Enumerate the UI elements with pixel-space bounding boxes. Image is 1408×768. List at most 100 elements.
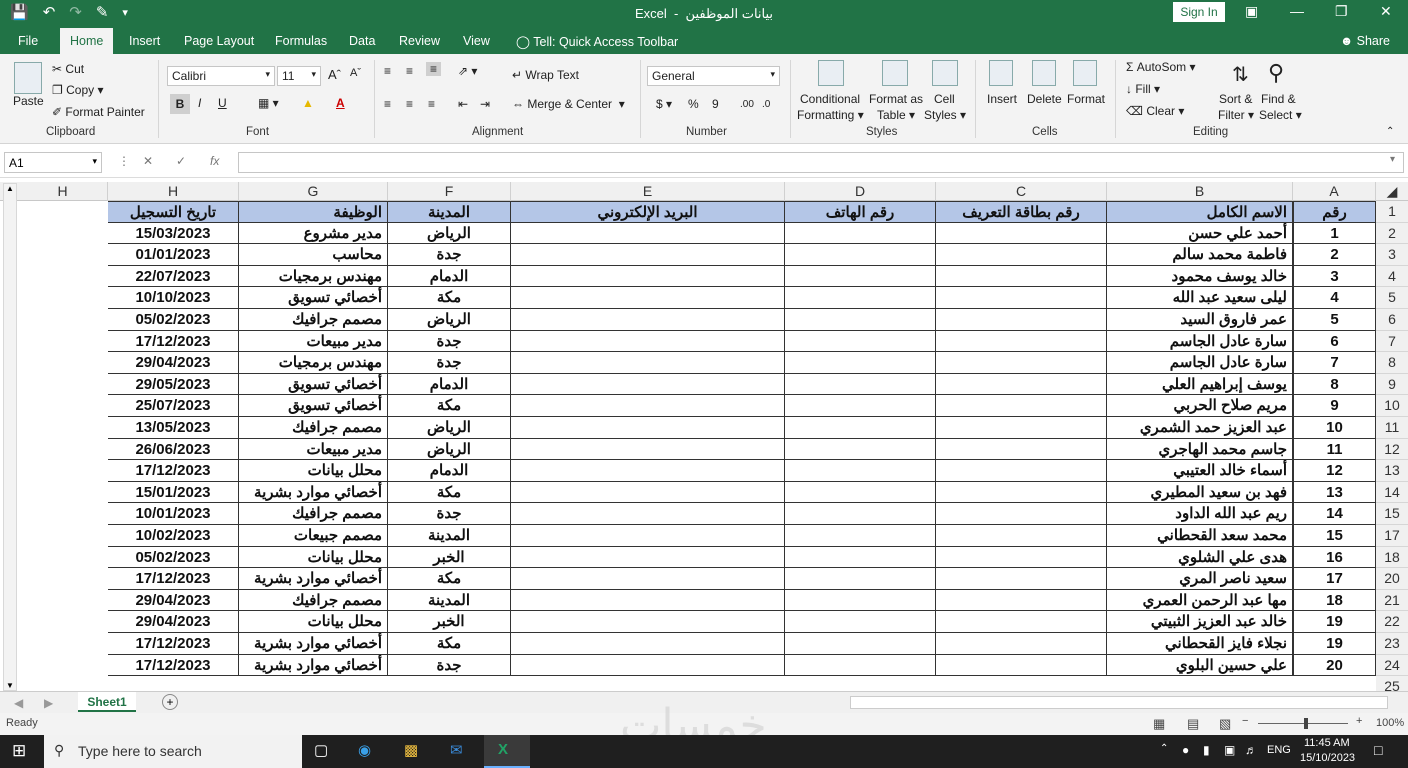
cancel-icon[interactable]: ✕ xyxy=(143,154,153,168)
cell-name[interactable]: هدى علي الشلوي xyxy=(1107,546,1293,569)
cell-id-number[interactable] xyxy=(936,546,1107,569)
row-header[interactable]: 24 xyxy=(1376,654,1408,677)
cell-email[interactable] xyxy=(511,611,785,633)
clear-button[interactable]: ⌫ Clear ▾ xyxy=(1126,104,1184,118)
row-header[interactable]: 7 xyxy=(1376,330,1408,353)
cell-phone[interactable] xyxy=(785,373,936,396)
align-bottom-icon[interactable]: ≡ xyxy=(426,62,442,76)
sort-filter-icon[interactable]: ⇅ xyxy=(1232,62,1249,87)
format-cells-button[interactable]: Format xyxy=(1067,92,1105,106)
cell-job[interactable]: محاسب xyxy=(239,244,388,266)
row-header[interactable]: 20 xyxy=(1376,568,1408,590)
format-cells-icon[interactable] xyxy=(1073,60,1097,86)
borders-icon[interactable]: ▦ ▾ xyxy=(258,96,279,110)
cell-phone[interactable] xyxy=(785,589,936,612)
network-icon[interactable]: ▣ xyxy=(1224,743,1235,757)
cell-id-number[interactable] xyxy=(936,309,1107,331)
decrease-indent-icon[interactable]: ⇤ xyxy=(458,97,468,111)
cell-email[interactable] xyxy=(511,525,785,547)
bold-button[interactable]: B xyxy=(170,94,190,114)
autosum-button[interactable]: Σ AutoSom ▾ xyxy=(1126,60,1195,74)
cell-date[interactable]: 17/12/2023 xyxy=(108,568,239,590)
cell-name[interactable]: فهد بن سعيد المطيري xyxy=(1107,481,1293,504)
cell-date[interactable]: 17/12/2023 xyxy=(108,633,239,655)
cell-date[interactable]: 01/01/2023 xyxy=(108,244,239,266)
sign-in-button[interactable]: Sign In xyxy=(1173,2,1225,22)
cell-phone[interactable] xyxy=(785,395,936,417)
expand-formula-icon[interactable]: ▾ xyxy=(1390,154,1395,165)
decrease-font-icon[interactable]: Aˇ xyxy=(350,67,361,79)
prev-sheet-icon[interactable]: ◀ xyxy=(14,696,23,710)
cell-city[interactable]: جدة xyxy=(388,244,511,266)
header-cell-city[interactable]: المدينة xyxy=(388,201,511,223)
align-top-icon[interactable]: ≡ xyxy=(384,64,391,78)
clock-date[interactable]: 15/10/2023 xyxy=(1300,752,1355,764)
cell-name[interactable]: سارة عادل الجاسم xyxy=(1107,352,1293,374)
cell-name[interactable]: سارة عادل الجاسم xyxy=(1107,330,1293,353)
cell-id-number[interactable] xyxy=(936,373,1107,396)
next-sheet-icon[interactable]: ▶ xyxy=(44,696,53,710)
cell-city[interactable]: الدمام xyxy=(388,373,511,396)
cell-phone[interactable] xyxy=(785,654,936,677)
row-header[interactable]: 13 xyxy=(1376,460,1408,482)
cell-email[interactable] xyxy=(511,222,785,245)
cell-id-number[interactable] xyxy=(936,287,1107,309)
insert-cells-button[interactable]: Insert xyxy=(987,92,1017,106)
format-as-table-button[interactable]: Format as xyxy=(869,92,923,106)
column-header[interactable]: C xyxy=(936,182,1107,201)
cell-date[interactable]: 29/04/2023 xyxy=(108,589,239,612)
cell-id-number[interactable] xyxy=(936,244,1107,266)
cell-date[interactable]: 10/01/2023 xyxy=(108,503,239,525)
cell-job[interactable]: أخصائي تسويق xyxy=(239,373,388,396)
align-middle-icon[interactable]: ≡ xyxy=(406,64,413,78)
cell-date[interactable]: 29/04/2023 xyxy=(108,611,239,633)
cell-id-number[interactable] xyxy=(936,568,1107,590)
cell-id-number[interactable] xyxy=(936,330,1107,353)
cell-city[interactable]: جدة xyxy=(388,352,511,374)
column-header[interactable]: E xyxy=(511,182,785,201)
cell-phone[interactable] xyxy=(785,611,936,633)
cell-email[interactable] xyxy=(511,546,785,569)
cut-button[interactable]: ✂ Cut xyxy=(52,62,84,76)
mail-icon[interactable]: ✉ xyxy=(450,741,463,759)
cell-email[interactable] xyxy=(511,568,785,590)
cell-email[interactable] xyxy=(511,309,785,331)
row-header[interactable]: 11 xyxy=(1376,417,1408,439)
cell-job[interactable]: مدير مشروع xyxy=(239,222,388,245)
cell-email[interactable] xyxy=(511,352,785,374)
share-button[interactable]: ☻ Share xyxy=(1340,34,1390,48)
cell-name[interactable]: فاطمة محمد سالم xyxy=(1107,244,1293,266)
cell-date[interactable]: 13/05/2023 xyxy=(108,417,239,439)
align-right-icon[interactable]: ≡ xyxy=(428,97,435,111)
cell-id-number[interactable] xyxy=(936,265,1107,288)
cell-job[interactable]: أخصائي موارد بشرية xyxy=(239,568,388,590)
scroll-down-icon[interactable]: ▼ xyxy=(4,681,16,690)
row-header[interactable]: 6 xyxy=(1376,309,1408,331)
insert-function-icon[interactable]: fx xyxy=(210,154,219,168)
column-header[interactable]: D xyxy=(785,182,936,201)
cell-date[interactable]: 10/10/2023 xyxy=(108,287,239,309)
select-all-corner[interactable]: ◢ xyxy=(1376,182,1408,201)
cell-number[interactable]: 1 xyxy=(1293,222,1376,245)
cell-id-number[interactable] xyxy=(936,589,1107,612)
cell-city[interactable]: الدمام xyxy=(388,265,511,288)
cell-number[interactable]: 14 xyxy=(1293,503,1376,525)
align-center-icon[interactable]: ≡ xyxy=(406,97,413,111)
conditional-formatting-button[interactable]: Conditional xyxy=(800,92,860,106)
cell-name[interactable]: خالد يوسف محمود xyxy=(1107,265,1293,288)
cell-name[interactable]: يوسف إبراهيم العلي xyxy=(1107,373,1293,396)
increase-decimal-icon[interactable]: .00 xyxy=(740,99,754,110)
cell-city[interactable]: جدة xyxy=(388,330,511,353)
zoom-out-icon[interactable]: − xyxy=(1242,715,1248,727)
cell-city[interactable]: المدينة xyxy=(388,589,511,612)
cell-phone[interactable] xyxy=(785,525,936,547)
cell-phone[interactable] xyxy=(785,417,936,439)
volume-icon[interactable]: ♬ xyxy=(1245,743,1257,757)
cell-id-number[interactable] xyxy=(936,503,1107,525)
cell-number[interactable]: 19 xyxy=(1293,633,1376,655)
sort-filter-label2[interactable]: Filter ▾ xyxy=(1218,108,1254,122)
cell-email[interactable] xyxy=(511,287,785,309)
format-as-table-label2[interactable]: Table ▾ xyxy=(877,108,915,122)
cell-id-number[interactable] xyxy=(936,417,1107,439)
zoom-slider-thumb[interactable] xyxy=(1304,718,1308,729)
